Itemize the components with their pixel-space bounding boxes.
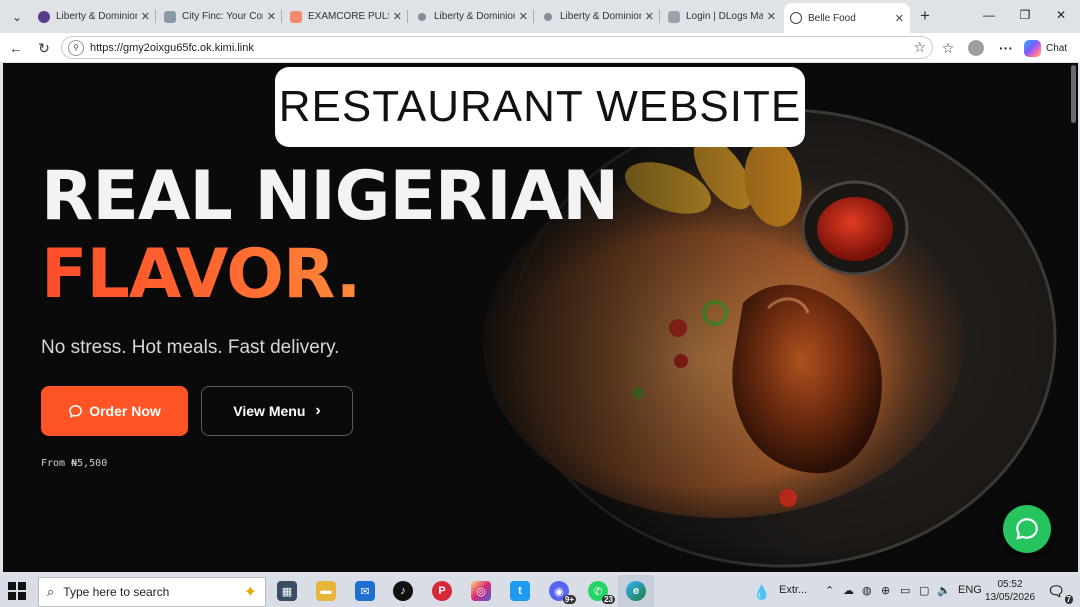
tab-close-icon[interactable]: ✕ [895, 12, 904, 25]
weather-drop-icon[interactable]: 💧 [753, 584, 770, 601]
sparkle-icon: ✦ [243, 584, 257, 601]
tab-favicon-icon [544, 12, 552, 21]
close-window-button[interactable]: ✕ [1041, 0, 1080, 30]
pinterest-icon[interactable]: P [432, 581, 452, 601]
view-menu-label: View Menu [233, 403, 306, 419]
language-indicator[interactable]: ENG [958, 584, 982, 596]
minimize-button[interactable]: — [969, 0, 1009, 30]
instagram-icon[interactable]: ◎ [471, 581, 491, 601]
url-text[interactable]: https://gmy2oixgu65fc.ok.kimi.link [90, 42, 254, 54]
restore-button[interactable]: ❐ [1005, 0, 1045, 30]
windows-start-icon[interactable] [8, 582, 26, 600]
price-note: From ₦5,500 [41, 458, 108, 469]
globe-icon [790, 12, 802, 24]
tab-liberty-dominion-2[interactable]: Liberty & Dominion ✕ [410, 4, 534, 29]
tab-title: City Finc: Your Cont [182, 11, 263, 22]
back-button[interactable]: ← [5, 37, 27, 59]
tab-title: EXAMCORE PULSE [308, 11, 389, 22]
windows-taskbar: ⌕ Type here to search ✦ ▦ ▬ ✉ ♪ P ◎ t ◉ … [0, 575, 1080, 607]
new-tab-button[interactable]: + [915, 6, 935, 26]
search-icon: ⌕ [47, 584, 55, 599]
tab-examcore-pulse[interactable]: EXAMCORE PULSE ✕ [284, 4, 408, 29]
tab-close-icon[interactable]: ✕ [393, 10, 402, 23]
tab-close-icon[interactable]: ✕ [519, 10, 528, 23]
tab-title: Liberty & Dominion [56, 11, 137, 22]
tab-belle-food[interactable]: Belle Food ✕ [784, 3, 910, 33]
taskbar-search-box[interactable]: ⌕ Type here to search ✦ [38, 577, 266, 607]
more-menu-icon[interactable]: ··· [995, 37, 1017, 59]
clock[interactable]: 05:52 13/05/2026 [983, 578, 1037, 604]
whatsapp-taskbar-icon[interactable]: ✆ 23 [588, 581, 615, 604]
battery-icon[interactable]: ▭ [900, 584, 910, 597]
weather-text[interactable]: Extr... [779, 584, 807, 596]
discord-icon[interactable]: ◉ 9+ [549, 581, 576, 604]
edge-browser-icon[interactable]: e [626, 581, 646, 601]
gamepad-icon[interactable]: ◍ [862, 584, 872, 597]
twitter-icon[interactable]: t [510, 581, 530, 601]
tab-favicon-icon [668, 10, 680, 23]
order-now-label: Order Now [89, 403, 161, 419]
clock-time: 05:52 [997, 579, 1023, 590]
favorites-icon[interactable]: ☆ [937, 37, 959, 59]
clock-date: 13/05/2026 [984, 592, 1036, 603]
tab-close-icon[interactable]: ✕ [645, 10, 654, 23]
tab-title: Login | DLogs Mark [686, 11, 763, 22]
profile-avatar[interactable] [965, 37, 987, 59]
hero-headline-accent: FLAVOR. [41, 235, 361, 314]
tab-favicon-icon [418, 12, 426, 21]
site-info-icon[interactable]: ⚲ [68, 39, 84, 56]
tab-strip: ⌄ Liberty & Dominion ✕ City Finc: Your C… [0, 0, 1080, 33]
whatsapp-chat-button[interactable] [1003, 505, 1051, 553]
tab-favicon-icon [38, 10, 50, 23]
tab-title: Liberty & Dominion [434, 11, 515, 22]
notification-count: 7 [1064, 595, 1073, 604]
volume-icon[interactable]: 🔈 [937, 584, 951, 597]
tab-close-icon[interactable]: ✕ [767, 10, 776, 23]
chat-label: Chat [1046, 42, 1068, 54]
refresh-button[interactable]: ↻ [33, 37, 55, 59]
overlay-caption: RESTAURANT WEBSITE [275, 67, 805, 147]
order-now-button[interactable]: Order Now [41, 386, 188, 436]
hero-tagline: No stress. Hot meals. Fast delivery. [41, 337, 340, 358]
file-explorer-icon[interactable]: ▬ [316, 581, 336, 601]
tiktok-icon[interactable]: ♪ [393, 581, 413, 601]
chat-bubble-icon [69, 404, 83, 418]
copilot-icon [1024, 39, 1041, 57]
show-hidden-icons-chevron-icon[interactable]: ⌃ [825, 584, 834, 597]
hero-headline: REAL NIGERIAN [41, 157, 619, 236]
cloud-icon[interactable]: ☁ [843, 584, 854, 597]
tab-title: Liberty & Dominion [560, 11, 641, 22]
tab-close-icon[interactable]: ✕ [267, 10, 276, 23]
tab-city-finc[interactable]: City Finc: Your Cont ✕ [158, 4, 282, 29]
scrollbar-thumb[interactable] [1071, 65, 1076, 123]
tab-liberty-dominion-3[interactable]: Liberty & Dominion ✕ [536, 4, 660, 29]
view-menu-button[interactable]: View Menu › [201, 386, 353, 436]
tab-actions-chevron-icon[interactable]: ⌄ [6, 6, 28, 28]
tab-dlogs-login[interactable]: Login | DLogs Mark ✕ [662, 4, 782, 29]
tab-favicon-icon [164, 10, 176, 23]
copilot-chat-button[interactable]: Chat [1024, 37, 1067, 59]
tab-favicon-icon [290, 10, 302, 23]
whatsapp-badge: 23 [602, 595, 615, 604]
notification-icon[interactable]: 🗨 7 [1046, 581, 1073, 604]
favorite-star-icon[interactable]: ☆ [913, 39, 926, 56]
tab-close-icon[interactable]: ✕ [141, 10, 150, 23]
whatsapp-icon [1016, 518, 1038, 540]
discord-badge: 9+ [562, 595, 576, 604]
chevron-right-icon: › [315, 402, 321, 419]
tab-liberty-dominion-1[interactable]: Liberty & Dominion ✕ [32, 4, 156, 29]
mail-icon[interactable]: ✉ [355, 581, 375, 601]
address-bar-row: ← ↻ ⚲ https://gmy2oixgu65fc.ok.kimi.link… [0, 33, 1080, 62]
address-bar[interactable]: ⚲ https://gmy2oixgu65fc.ok.kimi.link ☆ [61, 36, 933, 59]
network-globe-icon[interactable]: ⊕ [881, 584, 890, 597]
taskview-icon[interactable]: ▦ [277, 581, 297, 601]
device-icon[interactable]: ▢ [919, 584, 929, 597]
tab-title: Belle Food [808, 12, 856, 24]
taskbar-search-placeholder: Type here to search [63, 585, 170, 599]
